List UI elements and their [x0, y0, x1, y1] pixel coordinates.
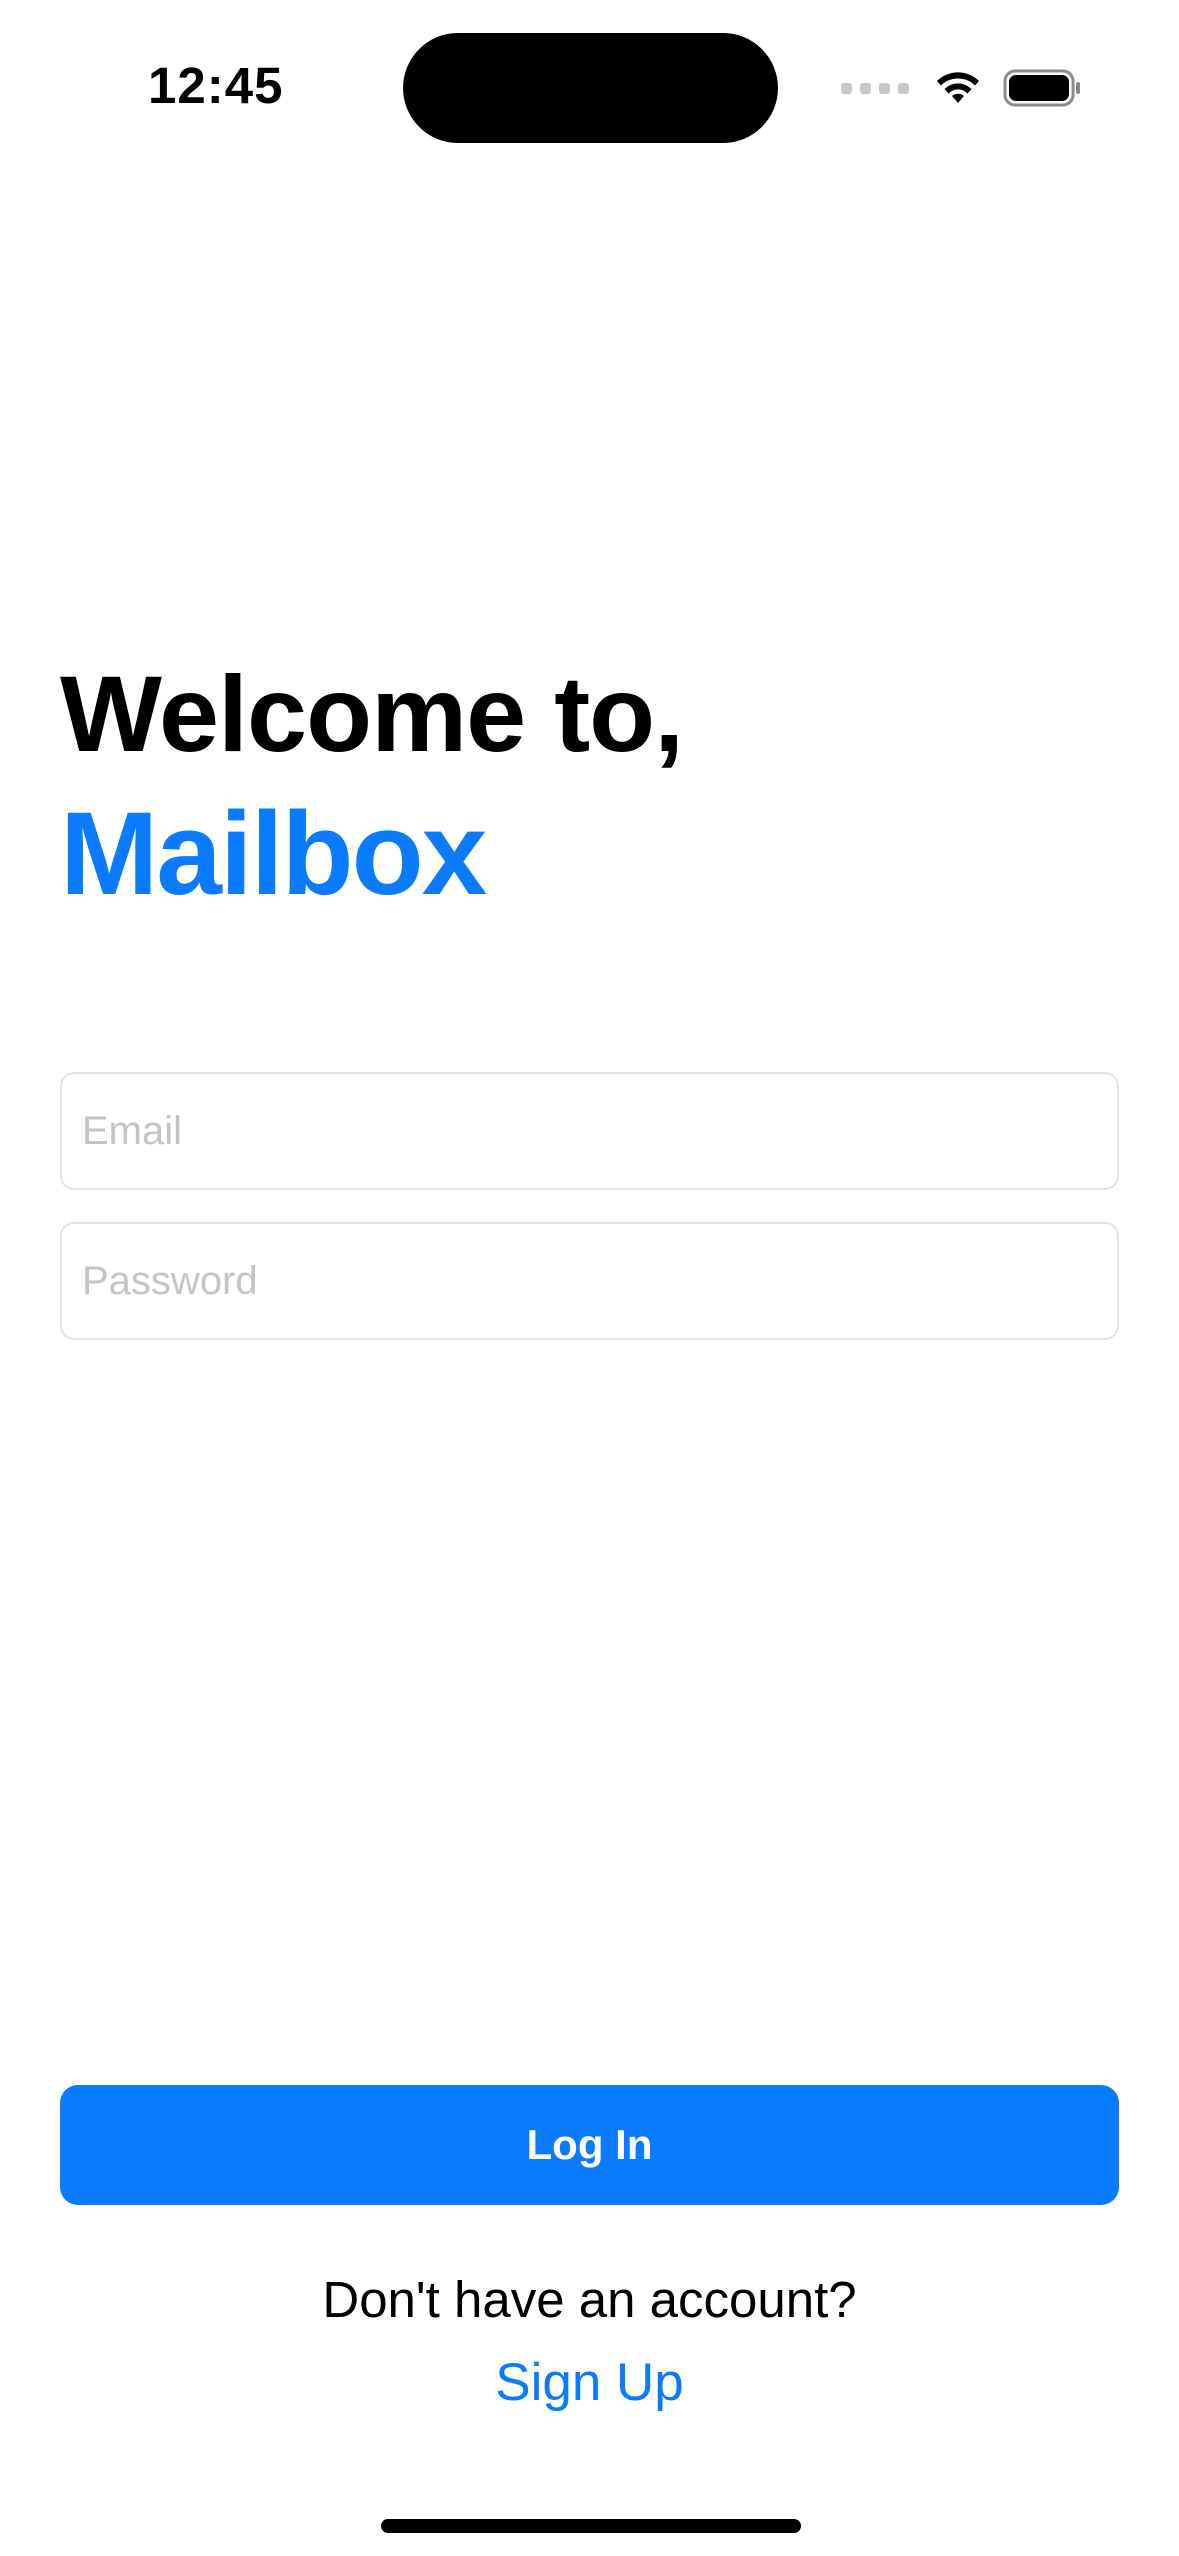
app-name-title: Mailbox: [60, 788, 487, 920]
signup-link[interactable]: Sign Up: [0, 2352, 1179, 2413]
cellular-signal-icon: [841, 82, 909, 94]
wifi-icon: [933, 69, 983, 107]
password-field[interactable]: [62, 1224, 1117, 1338]
dynamic-island: [403, 33, 778, 143]
battery-icon: [1003, 68, 1083, 108]
login-button[interactable]: Log In: [60, 2085, 1119, 2205]
status-icons: [841, 66, 1083, 110]
password-field-container: [60, 1222, 1119, 1340]
no-account-text: Don't have an account?: [322, 2271, 857, 2328]
welcome-heading: Welcome to,: [60, 653, 684, 774]
email-field-container: [60, 1072, 1119, 1190]
status-bar: 12:45: [0, 0, 1179, 180]
home-indicator[interactable]: [381, 2519, 801, 2533]
email-field[interactable]: [62, 1074, 1117, 1188]
status-time: 12:45: [148, 57, 284, 114]
